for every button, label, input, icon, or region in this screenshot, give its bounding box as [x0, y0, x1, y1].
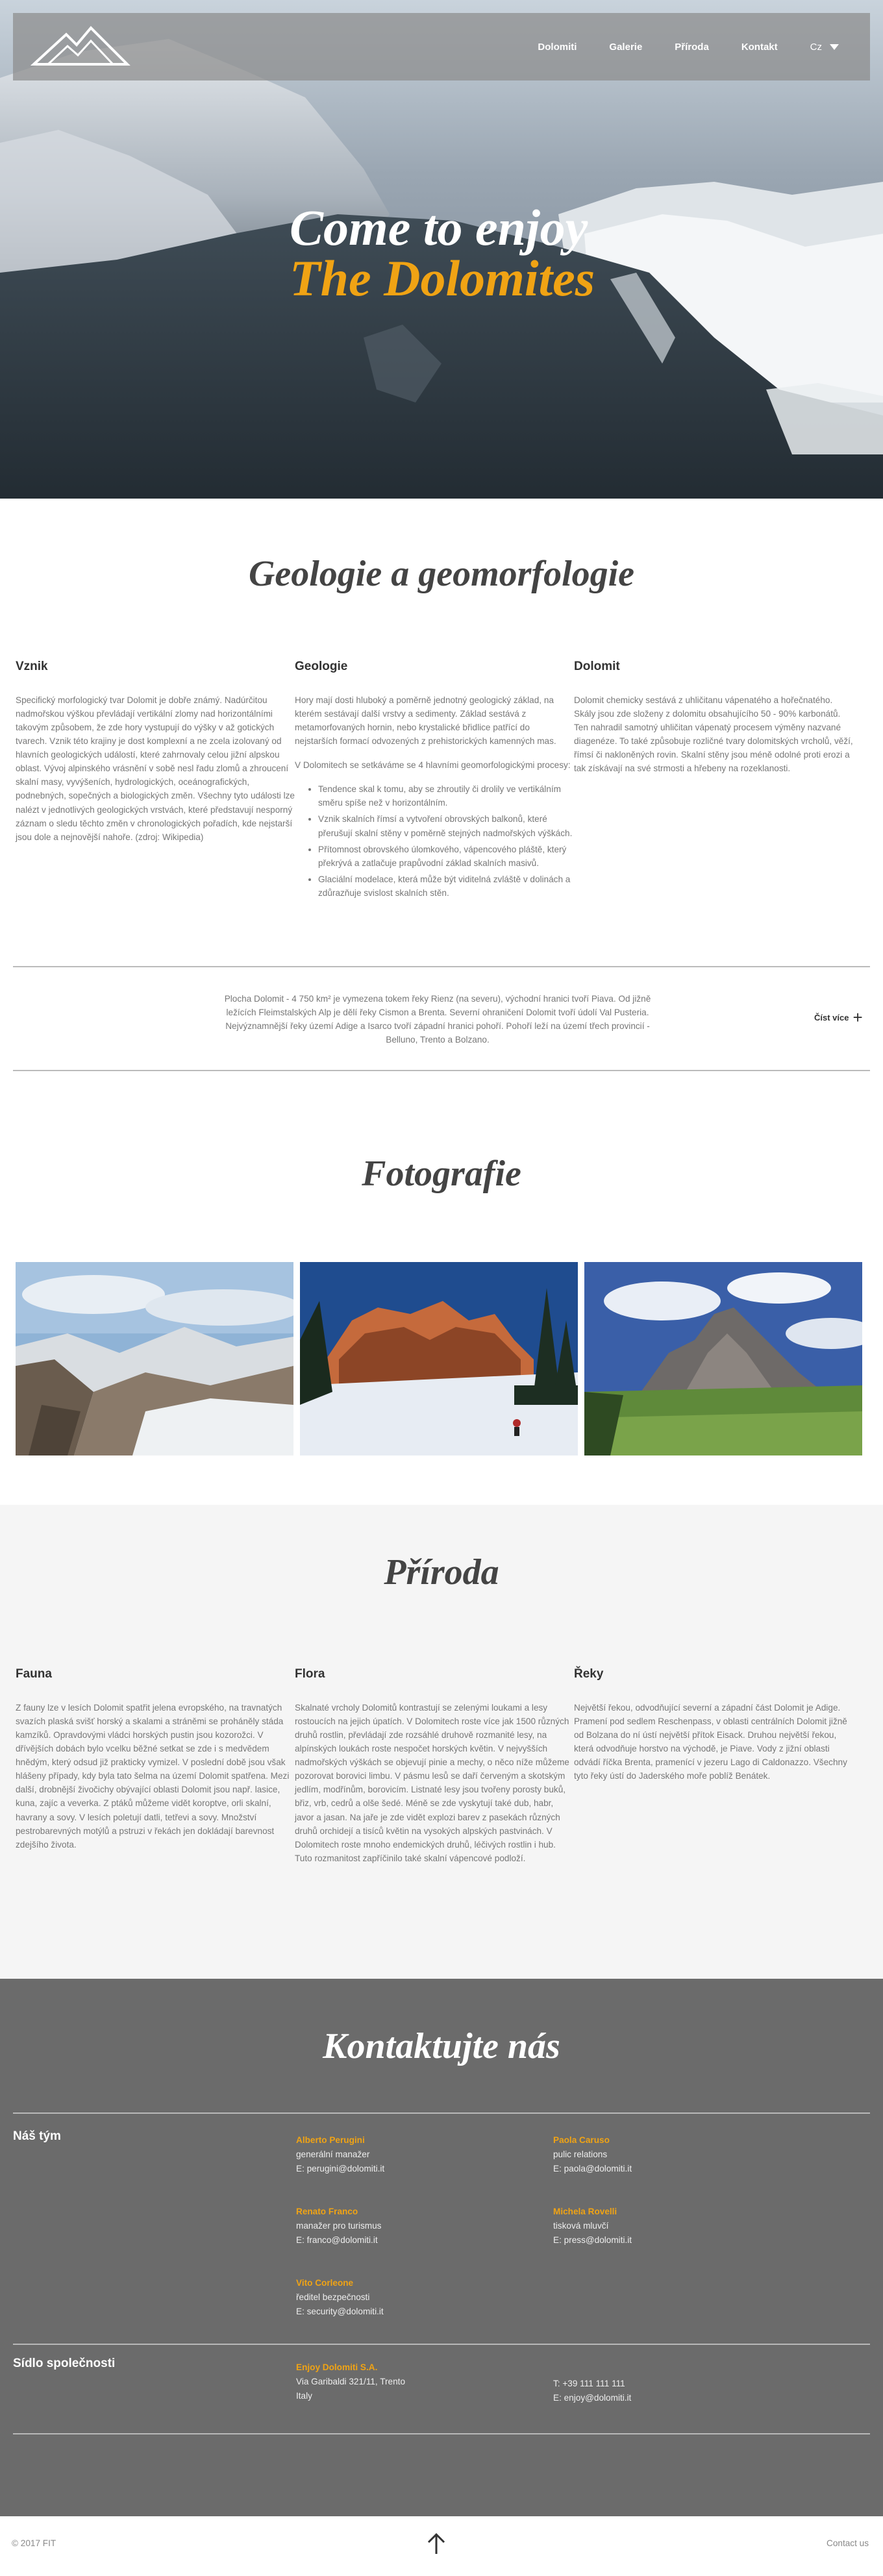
process-list: Tendence skal k tomu, aby se zhroutily č… [318, 782, 574, 900]
photo-rocky-valley [16, 1262, 293, 1455]
team-member: Alberto Perugini generální manažer E: pe… [296, 2133, 384, 2175]
hero-title: Come to enjoy The Dolomites [290, 203, 595, 304]
nav-item-dolomiti[interactable]: Dolomiti [538, 42, 577, 53]
column-text: Z fauny lze v lesích Dolomit spatřit jel… [16, 1703, 290, 1850]
list-item: Tendence skal k tomu, aby se zhroutily č… [318, 782, 574, 810]
section-title-kontakt: Kontaktujte nás [323, 2026, 560, 2066]
column-text: Hory mají dosti hluboký a poměrně jednot… [295, 695, 556, 747]
member-role: tisková mluvčí [553, 2220, 609, 2231]
member-name: Renato Franco [296, 2207, 358, 2216]
company-label: Sídlo společnosti [13, 2357, 116, 2370]
nav-item-galerie[interactable]: Galerie [609, 42, 642, 53]
read-more-label: Číst více [814, 1012, 849, 1022]
column-heading: Fauna [16, 1667, 52, 1681]
section-title-geologie: Geologie a geomorfologie [248, 554, 635, 594]
column-text: Specifický morfologický tvar Dolomit je … [16, 695, 295, 842]
photo-sunset-peaks [300, 1262, 578, 1455]
photo-sassolungo [584, 1262, 862, 1455]
footer: © 2017 FIT Contact us [0, 2516, 883, 2575]
nav-item-priroda[interactable]: Příroda [675, 42, 709, 53]
column-heading: Dolomit [574, 660, 620, 673]
hero-title-line1: Come to enjoy [290, 199, 588, 256]
column-dolomit: Dolomit Dolomit chemicky sestává z uhlič… [574, 660, 853, 902]
list-item: Vznik skalních římsí a vytvoření obrovsk… [318, 812, 574, 839]
divider [13, 2344, 870, 2345]
contact-us-link[interactable]: Contact us [827, 2538, 869, 2548]
team-member: Renato Franco manažer pro turismus E: fr… [296, 2205, 381, 2247]
navbar: Dolomiti Galerie Příroda Kontakt Cz [13, 13, 870, 80]
mountain-logo-icon[interactable] [29, 24, 132, 69]
company-country: Italy [296, 2390, 312, 2401]
area-summary: Plocha Dolomit - 4 750 km² je vymezena t… [224, 994, 651, 1045]
column-flora: Flora Skalnaté vrcholy Dolomitů kontrast… [295, 1667, 574, 1865]
member-role: ředitel bezpečnosti [296, 2292, 370, 2302]
contact-section: Kontaktujte nás Náš tým Alberto Perugini… [0, 1979, 883, 2516]
member-email[interactable]: E: paola@dolomiti.it [553, 2162, 632, 2176]
company-address: Enjoy Dolomiti S.A. Via Garibaldi 321/11… [296, 2360, 405, 2403]
photo-gallery [16, 1262, 869, 1455]
hero: Dolomiti Galerie Příroda Kontakt Cz Come… [0, 0, 883, 499]
gallery-photo[interactable] [584, 1262, 862, 1455]
column-fauna: Fauna Z fauny lze v lesích Dolomit spatř… [16, 1667, 295, 1865]
column-reky: Řeky Největší řekou, odvodňující severní… [574, 1667, 853, 1865]
column-heading: Řeky [574, 1667, 604, 1681]
member-role: generální manažer [296, 2149, 370, 2159]
column-vznik: Vznik Specifický morfologický tvar Dolom… [16, 660, 295, 902]
team-member: Michela Rovelli tisková mluvčí E: press@… [553, 2205, 632, 2247]
company-contacts: T: +39 111 111 111 E: enjoy@dolomiti.it [553, 2377, 631, 2405]
team-label: Náš tým [13, 2129, 61, 2143]
member-name: Michela Rovelli [553, 2207, 617, 2216]
list-item: Přítomnost obrovského úlomkového, vápenc… [318, 843, 574, 870]
member-email[interactable]: E: security@dolomiti.it [296, 2305, 384, 2319]
column-text: V Dolomitech se setkáváme se 4 hlavními … [295, 760, 571, 771]
column-geologie: Geologie Hory mají dosti hluboký a poměr… [295, 660, 574, 902]
member-name: Alberto Perugini [296, 2135, 365, 2145]
member-email[interactable]: E: franco@dolomiti.it [296, 2233, 381, 2248]
company-name: Enjoy Dolomiti S.A. [296, 2362, 378, 2372]
member-role: pulic relations [553, 2149, 608, 2159]
column-text: Největší řekou, odvodňující severní a zá… [574, 1703, 847, 1781]
copyright: © 2017 FIT [12, 2538, 56, 2548]
language-label: Cz [810, 41, 822, 53]
company-email[interactable]: E: enjoy@dolomiti.it [553, 2391, 631, 2405]
section-title-fotografie: Fotografie [362, 1154, 521, 1194]
company-phone[interactable]: T: +39 111 111 111 [553, 2377, 631, 2391]
column-heading: Geologie [295, 660, 348, 673]
member-email[interactable]: E: press@dolomiti.it [553, 2233, 632, 2248]
team-member: Paola Caruso pulic relations E: paola@do… [553, 2133, 632, 2175]
chevron-down-icon [830, 43, 839, 50]
company-street: Via Garibaldi 321/11, Trento [296, 2376, 406, 2386]
column-heading: Vznik [16, 660, 48, 673]
divider [13, 2433, 870, 2434]
read-more-button[interactable]: Číst více + [814, 1009, 863, 1026]
member-name: Vito Corleone [296, 2278, 354, 2288]
plus-icon: + [852, 1008, 863, 1027]
geology-section: Geologie a geomorfologie Vznik Specifick… [0, 499, 883, 1152]
member-name: Paola Caruso [553, 2135, 610, 2145]
nature-section: Příroda Fauna Z fauny lze v lesích Dolom… [0, 1505, 883, 1979]
language-selector[interactable]: Cz [810, 42, 839, 53]
gallery-photo[interactable] [16, 1262, 293, 1455]
nav-item-kontakt[interactable]: Kontakt [741, 42, 778, 53]
column-heading: Flora [295, 1667, 325, 1681]
section-title-priroda: Příroda [384, 1552, 499, 1592]
divider [13, 1070, 870, 1071]
member-role: manažer pro turismus [296, 2220, 382, 2231]
gallery-photo[interactable] [300, 1262, 578, 1455]
member-email[interactable]: E: perugini@dolomiti.it [296, 2162, 384, 2176]
team-member: Vito Corleone ředitel bezpečnosti E: sec… [296, 2276, 384, 2318]
divider [13, 966, 870, 967]
column-text: Dolomit chemicky sestává z uhličitanu vá… [574, 695, 853, 774]
nature-columns: Fauna Z fauny lze v lesích Dolomit spatř… [0, 1667, 883, 1865]
hero-title-line2: The Dolomites [290, 250, 595, 306]
divider [13, 2112, 870, 2114]
photo-section: Fotografie [0, 1152, 883, 1505]
column-text: Skalnaté vrcholy Dolomitů kontrastují se… [295, 1703, 569, 1863]
list-item: Glaciální modelace, která může být vidit… [318, 873, 574, 900]
main-nav: Dolomiti Galerie Příroda Kontakt Cz [538, 42, 854, 53]
arrow-up-icon[interactable] [425, 2531, 448, 2557]
geology-columns: Vznik Specifický morfologický tvar Dolom… [0, 660, 883, 902]
